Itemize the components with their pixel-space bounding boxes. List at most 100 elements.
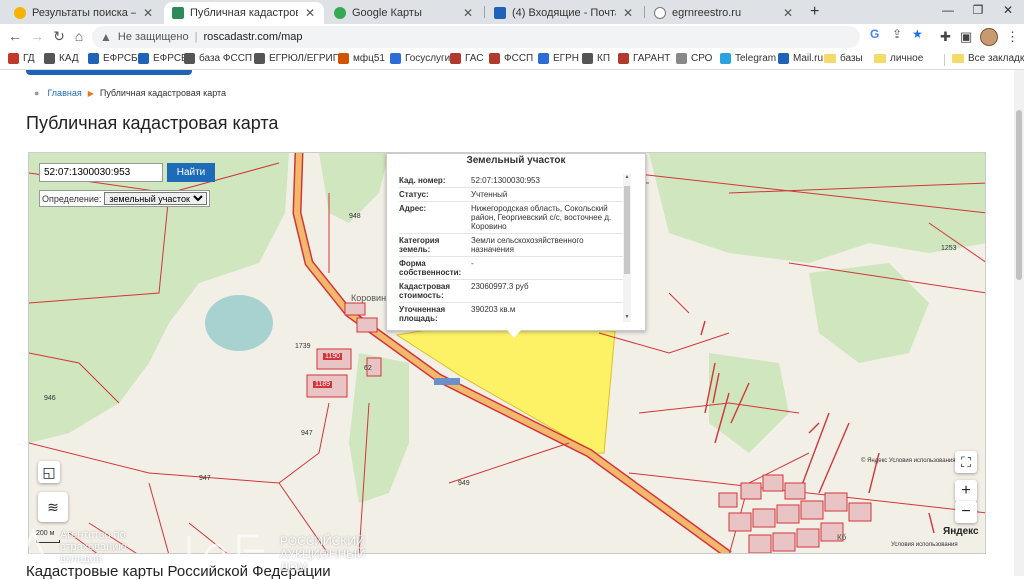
bookmark-item[interactable]: ЕГРН [538,53,579,64]
bookmark-star-icon[interactable]: ★ [912,27,923,41]
bookmark-item[interactable]: ГАС [450,53,483,64]
bookmark-item[interactable]: Mail.ru [778,53,823,64]
bookmark-favicon-icon [778,53,789,64]
tab-google-maps[interactable]: Google Карты ✕ [326,2,482,24]
back-arrow-icon[interactable]: ← [6,28,24,44]
zoom-in-button[interactable]: + [955,480,977,502]
plot-number: 1189 [313,381,333,388]
close-icon[interactable]: ✕ [462,6,474,20]
popup-title: Земельный участок [466,155,566,166]
bookmarks-bar: ГД КАД ЕФРСБ ЕФРСБ база ФССП ЕГРЮЛ/ЕГРИП мфц51… [0,50,1024,70]
plot-number: 947 [301,430,313,437]
plot-number: 946 [44,395,56,402]
yandex-attribution[interactable]: © Яндекс Условия использования [861,458,956,464]
layers-icon[interactable]: ≋ [38,492,68,522]
close-icon[interactable]: ✕ [304,6,316,20]
popup-body[interactable]: Кад. номер: 52:07:1300030:953 Статус: Учтен… [399,174,627,322]
definition-select[interactable]: земельный участок [104,192,208,205]
bookmark-item[interactable]: СРО [676,53,712,64]
profile-avatar[interactable] [980,28,998,46]
bookmark-label: СРО [691,53,713,64]
find-button[interactable]: Найти [167,163,215,182]
omnibox-divider: | [194,31,198,43]
bookmark-label: базы [840,53,863,64]
all-bookmarks-button[interactable]: Все закладки [952,53,1024,64]
bookmark-item[interactable]: КП [582,53,610,64]
breadcrumb-home-link[interactable]: Главная [47,88,81,98]
bookmark-item[interactable]: база ФССП [184,53,252,64]
selected-land-plot[interactable] [395,317,616,454]
bookmark-label: ЕГРН [553,53,579,64]
folder-icon [952,54,964,63]
bookmark-item[interactable]: базы [824,53,863,64]
bookmark-label: ЕФРСБ [103,53,138,64]
bookmark-favicon-icon [390,53,401,64]
scroll-up-icon[interactable]: ▲ [623,174,631,180]
ruler-icon[interactable]: ◱ [38,461,60,483]
fullscreen-icon[interactable]: ⛶ [955,451,977,473]
maximize-icon[interactable]: ❐ [968,3,988,17]
popup-scrollbar[interactable]: ▲ ▼ [623,174,631,322]
popup-row-value: 23060997.3 руб [471,282,529,291]
reload-icon[interactable]: ↻ [50,28,68,45]
header-accent-strip [26,70,192,75]
popup-pointer [507,330,521,338]
close-icon[interactable]: ✕ [142,6,154,20]
road-sign [434,378,460,385]
forward-arrow-icon[interactable]: → [28,28,46,44]
close-icon[interactable]: ✕ [622,6,634,20]
tab-public-cadastral-map[interactable]: Публичная кадастровая карта ✕ [164,2,324,24]
roscadastr-icon [172,7,184,19]
menu-dots-icon[interactable]: ⋮ [1006,29,1019,45]
tab-mail-ru-inbox[interactable]: (4) Входящие - Почта Mail.ru ✕ [486,2,642,24]
cadastral-map[interactable]: 948 1253 946 947 947 949 1739 1190 1189 … [28,152,986,554]
bookmark-item[interactable]: ФССП [489,53,533,64]
bookmark-item[interactable]: ГАРАНТ [618,53,670,64]
google-lens-icon[interactable]: G [870,27,879,41]
yandex-terms-link[interactable]: Условия использования [891,542,958,548]
bookmark-item[interactable]: мфц51 [338,53,385,64]
plot-number: 1190 [323,353,343,360]
bookmark-item[interactable]: ЕГРЮЛ/ЕГРИП [254,53,340,64]
warning-icon: ▲ [100,30,112,44]
bookmark-label: база ФССП [199,53,253,64]
bookmark-item[interactable]: ЕФРСБ [138,53,188,64]
close-window-icon[interactable]: ✕ [998,3,1018,17]
agency-logo-icon [16,528,50,568]
bookmark-item[interactable]: ГД [8,53,35,64]
plot-number: 948 [349,213,361,220]
minimize-icon[interactable]: — [938,3,958,17]
bookmark-item[interactable]: ЕФРСБ [88,53,138,64]
popup-row-key: Статус: [399,190,429,199]
forest-area [649,153,985,263]
page-scrollbar[interactable] [1014,70,1024,576]
home-icon[interactable]: ⌂ [70,28,88,44]
bookmark-item[interactable]: Telegram [720,53,776,64]
share-icon[interactable]: ⇪ [892,27,902,41]
bookmark-item[interactable]: личное [874,53,923,64]
scrollbar-thumb[interactable] [1016,110,1022,280]
new-tab-button[interactable]: + [810,3,819,21]
side-panel-icon[interactable]: ▣ [960,29,972,45]
extensions-icon[interactable]: ✚ [940,29,951,45]
bookmark-item[interactable]: КАД [44,53,79,64]
yandex-logo[interactable]: Яндекс [943,526,979,537]
popup-row-key: Адрес: [399,204,427,213]
popup-row-value: Земли сельскохозяйственного назначения [471,236,584,254]
address-bar[interactable]: ▲ Не защищено | roscadastr.com/map [92,26,860,48]
popup-row: Форма собственности: - [399,257,627,280]
cadastral-number-input[interactable] [39,163,163,182]
zoom-out-button[interactable]: − [955,501,977,523]
scroll-down-icon[interactable]: ▼ [623,314,631,320]
bookmark-label: Telegram [735,53,777,64]
tab-egrnreestro[interactable]: egrnreestro.ru ✕ [646,2,802,24]
bookmark-favicon-icon [254,53,265,64]
popup-scroll-thumb[interactable] [624,186,630,274]
water-body [205,295,273,351]
url-text[interactable]: roscadastr.com/map [203,31,302,43]
popup-row: Адрес: Нижегородская область, Сокольский … [399,202,627,234]
bookmark-favicon-icon [450,53,461,64]
close-icon[interactable]: ✕ [782,6,794,20]
bookmark-item[interactable]: Госуслуги [390,53,450,64]
tab-google-drive-search[interactable]: Результаты поиска – Google Д ✕ [6,2,162,24]
